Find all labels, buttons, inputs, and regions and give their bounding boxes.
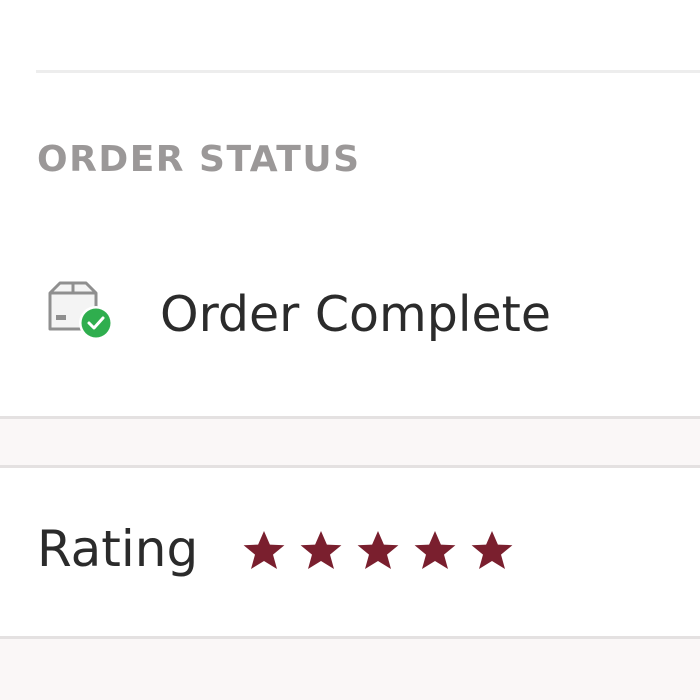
order-status-label: Order Complete [160, 286, 551, 343]
section-separator [0, 636, 700, 700]
rating-label: Rating [37, 520, 199, 578]
star-icon [414, 531, 456, 569]
star-icon [357, 531, 399, 569]
order-status-header: ORDER STATUS [37, 139, 361, 180]
star-icon [243, 531, 285, 569]
star-icon [471, 531, 513, 569]
star-icon [300, 531, 342, 569]
order-detail-page: ORDER STATUS Order Complete Rating [0, 0, 700, 700]
package-check-icon [46, 279, 118, 343]
rating-stars [242, 529, 514, 573]
top-divider [36, 70, 700, 73]
section-separator [0, 416, 700, 468]
order-status-row [46, 276, 118, 346]
